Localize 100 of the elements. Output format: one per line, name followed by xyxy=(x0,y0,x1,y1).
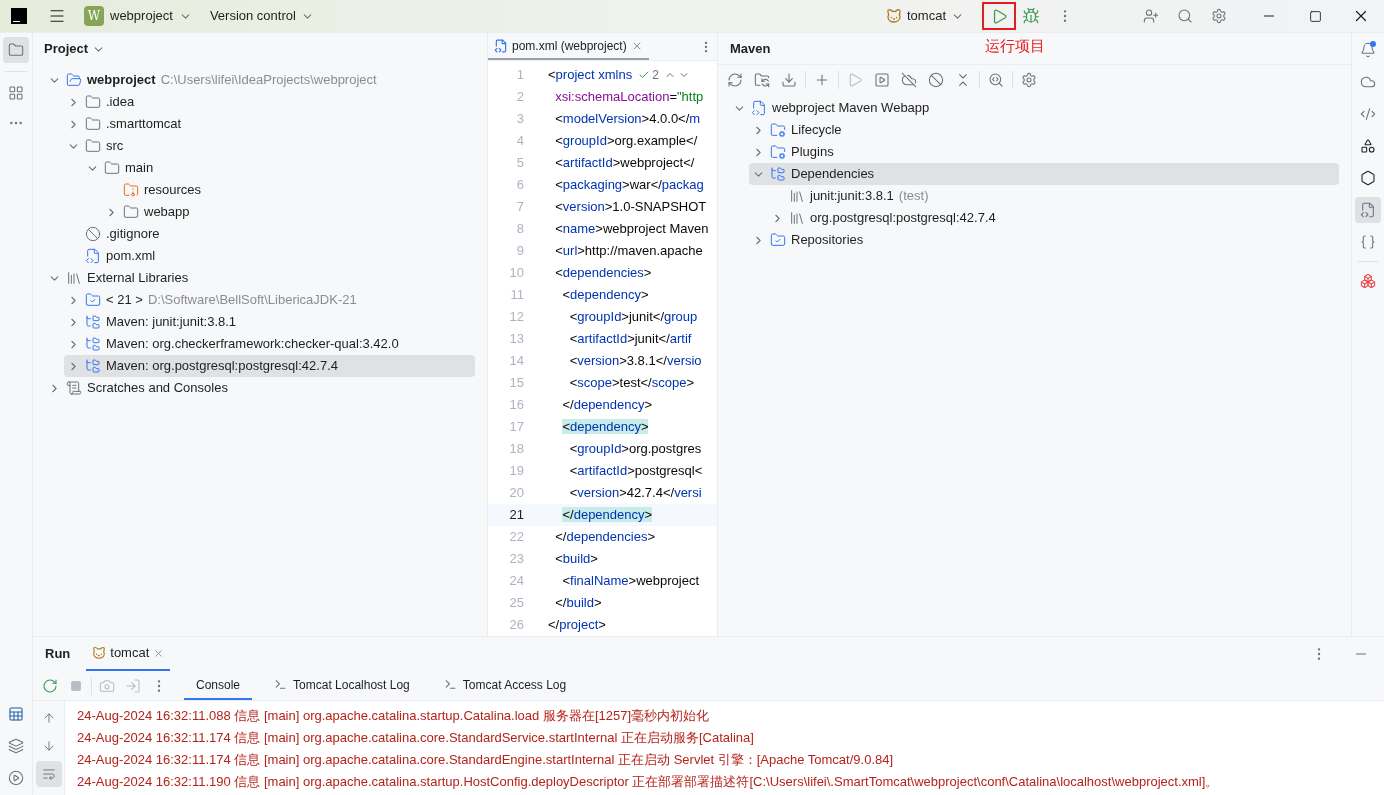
tree-label: Maven: org.checkerframework:checker-qual:3.42.0 xyxy=(106,335,399,354)
line-number: 5 xyxy=(515,154,524,173)
line-number: 10 xyxy=(508,264,524,283)
library-folder-icon xyxy=(770,166,786,182)
log-line: 24-Aug-2024 16:32:11.088 信息 [main] org.apache.catalina.startup.Catalina.load 服务器在[1257]毫秒内初始化 xyxy=(77,707,711,726)
project-switcher[interactable]: W webproject xyxy=(80,3,196,29)
tree-label: org.postgresql:postgresql:42.7.4 xyxy=(810,209,996,228)
tree-row[interactable]: src xyxy=(64,135,475,157)
tree-row[interactable]: junit:junit:3.8.1 (test) xyxy=(768,185,1339,207)
run-button[interactable] xyxy=(982,2,1016,30)
file-code-icon xyxy=(494,38,508,53)
code-line: <dependency> xyxy=(561,286,649,305)
tree-row[interactable]: Repositories xyxy=(749,229,1339,251)
tree-row[interactable]: org.postgresql:postgresql:42.7.4 xyxy=(768,207,1339,229)
tree-label: .smarttomcat xyxy=(106,115,182,134)
folder-icon xyxy=(123,204,139,220)
line-number: 2 xyxy=(515,88,524,107)
tree-label: Maven: org.postgresql:postgresql:42.7.4 xyxy=(106,357,338,376)
line-number: 26 xyxy=(508,616,524,635)
library-icon xyxy=(789,188,805,204)
tree-label: < 21 > xyxy=(106,291,143,310)
tree-label: Plugins xyxy=(791,143,834,162)
tab-label: tomcat xyxy=(110,644,150,663)
line-number: 7 xyxy=(515,198,524,217)
tree-label: junit:junit:3.8.1 xyxy=(810,187,894,206)
code-line: <groupId>junit</group xyxy=(568,308,698,327)
code-line: </build> xyxy=(554,594,602,613)
code-line: <version>42.7.4</versi xyxy=(568,484,702,503)
run-configuration[interactable]: tomcat xyxy=(882,3,968,29)
line-number: 3 xyxy=(515,110,524,129)
tree-row[interactable]: Dependencies xyxy=(749,163,1339,185)
code-line: <groupId>org.postgres xyxy=(568,440,702,459)
tree-row[interactable]: .smarttomcat xyxy=(64,113,475,135)
code-line: </dependencies> xyxy=(554,528,655,547)
line-number: 13 xyxy=(508,330,524,349)
library-folder-icon xyxy=(85,314,101,330)
code-line: <dependency> xyxy=(561,418,649,437)
tree-label: External Libraries xyxy=(87,269,189,288)
panel-title: Run xyxy=(45,645,71,664)
console-tab[interactable]: Tomcat Localhost Log xyxy=(262,671,422,700)
line-number: 9 xyxy=(515,242,524,261)
line-number: 17 xyxy=(508,418,524,437)
code-line: <modelVersion>4.0.0</m xyxy=(554,110,701,129)
cat-icon xyxy=(92,646,107,660)
code-line: </dependency> xyxy=(561,506,653,525)
line-number: 21 xyxy=(508,506,524,525)
line-number: 19 xyxy=(508,462,524,481)
tree-detail: D:\Software\BellSoft\LibericaJDK-21 xyxy=(147,291,357,310)
folder-icon xyxy=(85,116,101,132)
tree-row[interactable]: External Libraries xyxy=(45,267,475,289)
scratches-icon xyxy=(66,380,82,396)
line-number: 11 xyxy=(509,286,524,305)
code-line: <scope>test</scope> xyxy=(568,374,694,393)
tree-label: .idea xyxy=(106,93,135,112)
tree-row[interactable]: Lifecycle xyxy=(749,119,1339,141)
soft-wrap-icon[interactable] xyxy=(35,761,62,787)
log-line: 24-Aug-2024 16:32:11.174 信息 [main] org.apache.catalina.core.StandardEngine.startInternal 正在启动 Servlet 引擎：[Apache Tomcat/9.0.84] xyxy=(77,751,895,770)
tree-row[interactable]: .idea xyxy=(64,91,475,113)
line-number: 25 xyxy=(508,594,524,613)
line-number: 12 xyxy=(508,308,524,327)
folder-icon xyxy=(85,94,101,110)
folder-icon xyxy=(104,160,120,176)
annotation-label: 运行项目 xyxy=(985,36,1045,56)
tree-row[interactable]: main xyxy=(83,157,475,179)
tree-row[interactable]: Maven: org.checkerframework:checker-qual:3.42.0 xyxy=(64,333,475,355)
project-badge: W xyxy=(84,6,104,26)
tree-row[interactable]: Maven: org.postgresql:postgresql:42.7.4 xyxy=(64,355,475,377)
run-tab[interactable]: tomcat xyxy=(86,637,171,671)
project-tool-icon[interactable] xyxy=(3,37,29,63)
maven-tool-icon[interactable] xyxy=(1355,197,1381,223)
tree-row[interactable]: Maven: junit:junit:3.8.1 xyxy=(64,311,475,333)
line-number: 4 xyxy=(515,132,524,151)
tree-row[interactable]: webproject C:\Users\lifei\IdeaProjects\webproject xyxy=(45,69,475,91)
tree-row[interactable]: Scratches and Consoles xyxy=(45,377,475,399)
tree-label: webproject Maven Webapp xyxy=(772,99,930,118)
console-tab[interactable]: Tomcat Access Log xyxy=(431,671,579,700)
tree-row[interactable]: < 21 > D:\Software\BellSoft\LibericaJDK-21 xyxy=(64,289,475,311)
tree-row[interactable]: webproject Maven Webapp xyxy=(730,97,1339,119)
line-number: 6 xyxy=(515,176,524,195)
code-line: <dependencies> xyxy=(554,264,652,283)
tree-row[interactable]: pom.xml xyxy=(64,245,475,267)
code-line: <project xmlns xyxy=(548,66,633,85)
code-line: <groupId>org.example</ xyxy=(554,132,698,151)
library-icon xyxy=(789,210,805,226)
tree-row[interactable]: .gitignore xyxy=(64,223,475,245)
line-number: 16 xyxy=(508,396,524,415)
config-folder-icon xyxy=(770,122,786,138)
code-line: <finalName>webproject xyxy=(561,572,700,591)
tree-row[interactable]: webapp xyxy=(102,201,475,223)
code-line: </dependency> xyxy=(561,396,653,415)
panel-title: Project xyxy=(44,40,89,59)
code-line: xsi:schemaLocation="http xyxy=(554,88,704,107)
jdk-folder-icon xyxy=(85,292,101,308)
tree-row[interactable]: Plugins xyxy=(749,141,1339,163)
tree-label: src xyxy=(106,137,124,156)
tree-detail: (test) xyxy=(898,187,929,206)
tree-row[interactable]: resources xyxy=(102,179,475,201)
check-icon xyxy=(638,69,651,81)
version-control-menu[interactable]: Version control xyxy=(205,3,318,29)
terminal-icon xyxy=(443,678,457,691)
